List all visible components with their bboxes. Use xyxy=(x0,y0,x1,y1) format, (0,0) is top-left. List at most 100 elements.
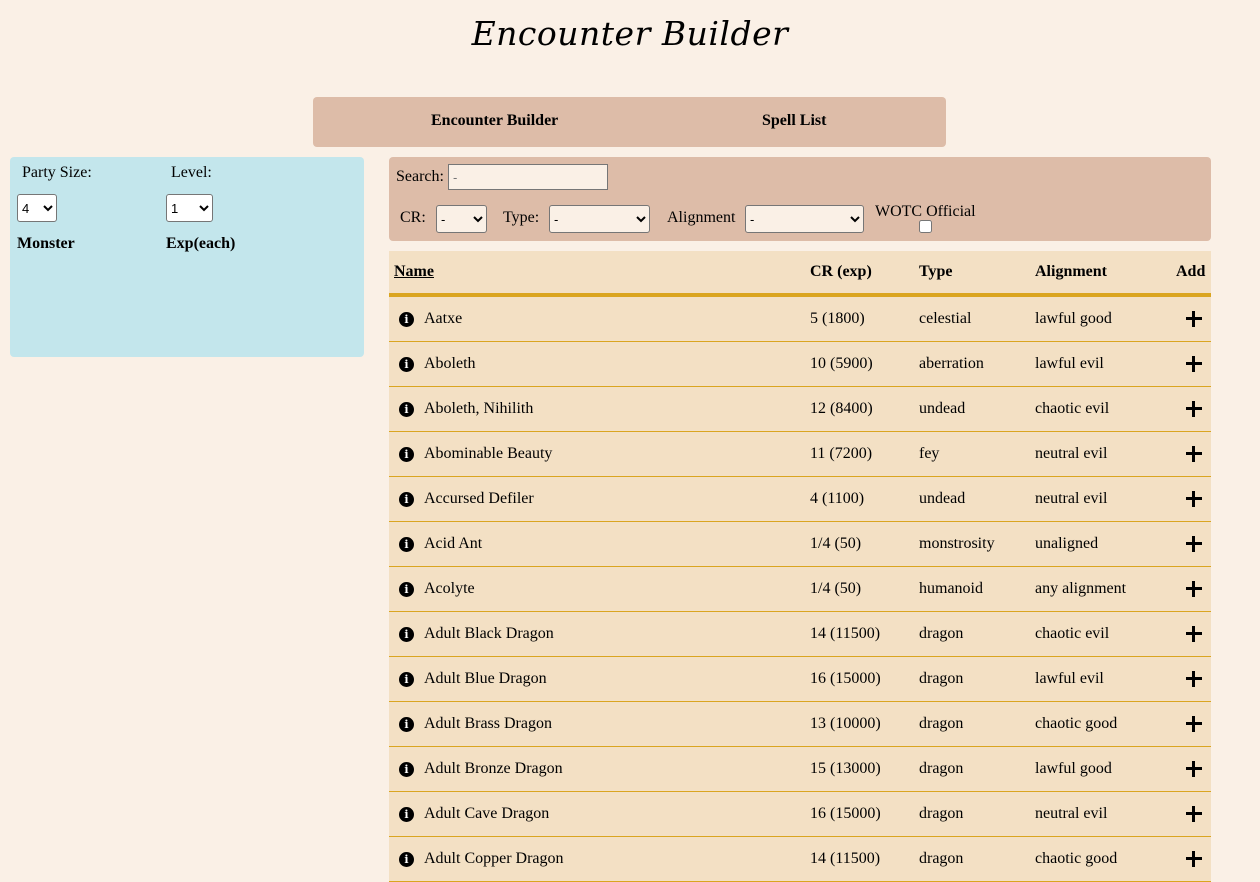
monster-name: Adult Cave Dragon xyxy=(424,805,550,822)
info-icon[interactable]: i xyxy=(399,357,414,372)
plus-icon[interactable] xyxy=(1186,716,1202,732)
monster-type: dragon xyxy=(919,715,964,732)
monster-alignment: chaotic good xyxy=(1035,715,1118,732)
monster-cr: 12 (8400) xyxy=(810,400,873,417)
monster-alignment: chaotic good xyxy=(1035,850,1118,867)
table-row: i Adult Cave Dragon 16 (15000) dragon neutra… xyxy=(389,792,1211,837)
plus-icon[interactable] xyxy=(1186,806,1202,822)
monster-alignment: lawful evil xyxy=(1035,670,1104,687)
monster-type: monstrosity xyxy=(919,535,995,552)
plus-icon[interactable] xyxy=(1186,446,1202,462)
monster-name: Adult Blue Dragon xyxy=(424,670,547,687)
party-size-label: Party Size: xyxy=(22,164,92,181)
info-icon[interactable]: i xyxy=(399,717,414,732)
table-row: i Accursed Defiler 4 (1100) undead neutral e… xyxy=(389,477,1211,522)
monster-type: dragon xyxy=(919,760,964,777)
party-size-select[interactable]: 4 xyxy=(17,194,57,222)
table-row: i Abominable Beauty 11 (7200) fey neutral ev… xyxy=(389,432,1211,477)
monster-alignment: neutral evil xyxy=(1035,445,1108,462)
filter-panel: Search: CR: - Type: - Alignment - WOTC O… xyxy=(389,157,1211,241)
wotc-official-checkbox[interactable] xyxy=(919,220,932,233)
cr-select[interactable]: - xyxy=(436,205,487,233)
info-icon[interactable]: i xyxy=(399,312,414,327)
monster-type: humanoid xyxy=(919,580,983,597)
alignment-label: Alignment xyxy=(667,209,736,226)
add-column-header: Add xyxy=(1176,263,1206,280)
table-row: i Aatxe 5 (1800) celestial lawful good xyxy=(389,297,1211,342)
monster-name: Aboleth xyxy=(424,355,476,372)
monster-cr: 16 (15000) xyxy=(810,670,881,687)
page-title: Encounter Builder xyxy=(471,14,789,53)
monster-cr: 5 (1800) xyxy=(810,310,865,327)
monster-alignment: lawful evil xyxy=(1035,355,1104,372)
info-icon[interactable]: i xyxy=(399,672,414,687)
info-icon[interactable]: i xyxy=(399,627,414,642)
nav-spell-list[interactable]: Spell List xyxy=(762,112,826,130)
monster-alignment: lawful good xyxy=(1035,310,1112,327)
plus-icon[interactable] xyxy=(1186,851,1202,867)
type-label: Type: xyxy=(503,209,540,226)
table-body: i Aatxe 5 (1800) celestial lawful good i Abole… xyxy=(389,297,1211,882)
info-icon[interactable]: i xyxy=(399,492,414,507)
info-icon[interactable]: i xyxy=(399,447,414,462)
info-icon[interactable]: i xyxy=(399,807,414,822)
monster-cr: 1/4 (50) xyxy=(810,580,862,597)
monster-name: Adult Bronze Dragon xyxy=(424,760,563,777)
info-icon[interactable]: i xyxy=(399,762,414,777)
monster-cr: 15 (13000) xyxy=(810,760,881,777)
info-icon[interactable]: i xyxy=(399,582,414,597)
table-row: i Aboleth 10 (5900) aberration lawful evil xyxy=(389,342,1211,387)
monster-cr: 10 (5900) xyxy=(810,355,873,372)
monster-name: Adult Brass Dragon xyxy=(424,715,552,732)
table-row: i Adult Bronze Dragon 15 (13000) dragon lawf… xyxy=(389,747,1211,792)
monster-alignment: any alignment xyxy=(1035,580,1127,597)
monster-name: Acid Ant xyxy=(424,535,483,552)
info-icon[interactable]: i xyxy=(399,537,414,552)
plus-icon[interactable] xyxy=(1186,581,1202,597)
alignment-column-header: Alignment xyxy=(1035,263,1107,280)
monster-cr: 16 (15000) xyxy=(810,805,881,822)
monster-name: Aboleth, Nihilith xyxy=(424,400,534,417)
table-row: i Adult Black Dragon 14 (11500) dragon chaot… xyxy=(389,612,1211,657)
exp-column-header: Exp(each) xyxy=(166,235,236,252)
cr-label: CR: xyxy=(400,209,426,226)
level-select[interactable]: 1 xyxy=(166,194,213,222)
plus-icon[interactable] xyxy=(1186,671,1202,687)
monster-type: undead xyxy=(919,490,966,507)
table-header: Name CR (exp) Type Alignment Add xyxy=(389,251,1211,297)
monster-cr: 13 (10000) xyxy=(810,715,881,732)
plus-icon[interactable] xyxy=(1186,761,1202,777)
monster-name: Accursed Defiler xyxy=(424,490,534,507)
monster-name: Aatxe xyxy=(424,310,463,327)
plus-icon[interactable] xyxy=(1186,311,1202,327)
plus-icon[interactable] xyxy=(1186,356,1202,372)
monster-type: fey xyxy=(919,445,940,462)
monster-cr: 4 (1100) xyxy=(810,490,865,507)
info-icon[interactable]: i xyxy=(399,852,414,867)
monster-cr: 1/4 (50) xyxy=(810,535,862,552)
type-column-header: Type xyxy=(919,263,953,280)
level-label: Level: xyxy=(171,164,212,181)
monster-type: aberration xyxy=(919,355,984,372)
type-select[interactable]: - xyxy=(549,205,650,233)
monster-table: Name CR (exp) Type Alignment Add i Aatxe 5… xyxy=(389,251,1211,882)
info-icon[interactable]: i xyxy=(399,402,414,417)
table-row: i Adult Copper Dragon 14 (11500) dragon chao… xyxy=(389,837,1211,882)
monster-type: dragon xyxy=(919,670,964,687)
plus-icon[interactable] xyxy=(1186,626,1202,642)
monster-type: dragon xyxy=(919,850,964,867)
search-input[interactable] xyxy=(448,164,608,190)
plus-icon[interactable] xyxy=(1186,401,1202,417)
name-column-header[interactable]: Name xyxy=(394,263,434,281)
plus-icon[interactable] xyxy=(1186,491,1202,507)
table-row: i Acolyte 1/4 (50) humanoid any alignment xyxy=(389,567,1211,612)
monster-cr: 14 (11500) xyxy=(810,850,881,867)
monster-type: dragon xyxy=(919,805,964,822)
plus-icon[interactable] xyxy=(1186,536,1202,552)
monster-cr: 11 (7200) xyxy=(810,445,873,462)
nav-bar: Encounter Builder Spell List xyxy=(313,97,946,147)
table-row: i Aboleth, Nihilith 12 (8400) undead chaotic… xyxy=(389,387,1211,432)
nav-encounter-builder[interactable]: Encounter Builder xyxy=(431,112,558,130)
alignment-select[interactable]: - xyxy=(745,205,864,233)
monster-type: undead xyxy=(919,400,966,417)
